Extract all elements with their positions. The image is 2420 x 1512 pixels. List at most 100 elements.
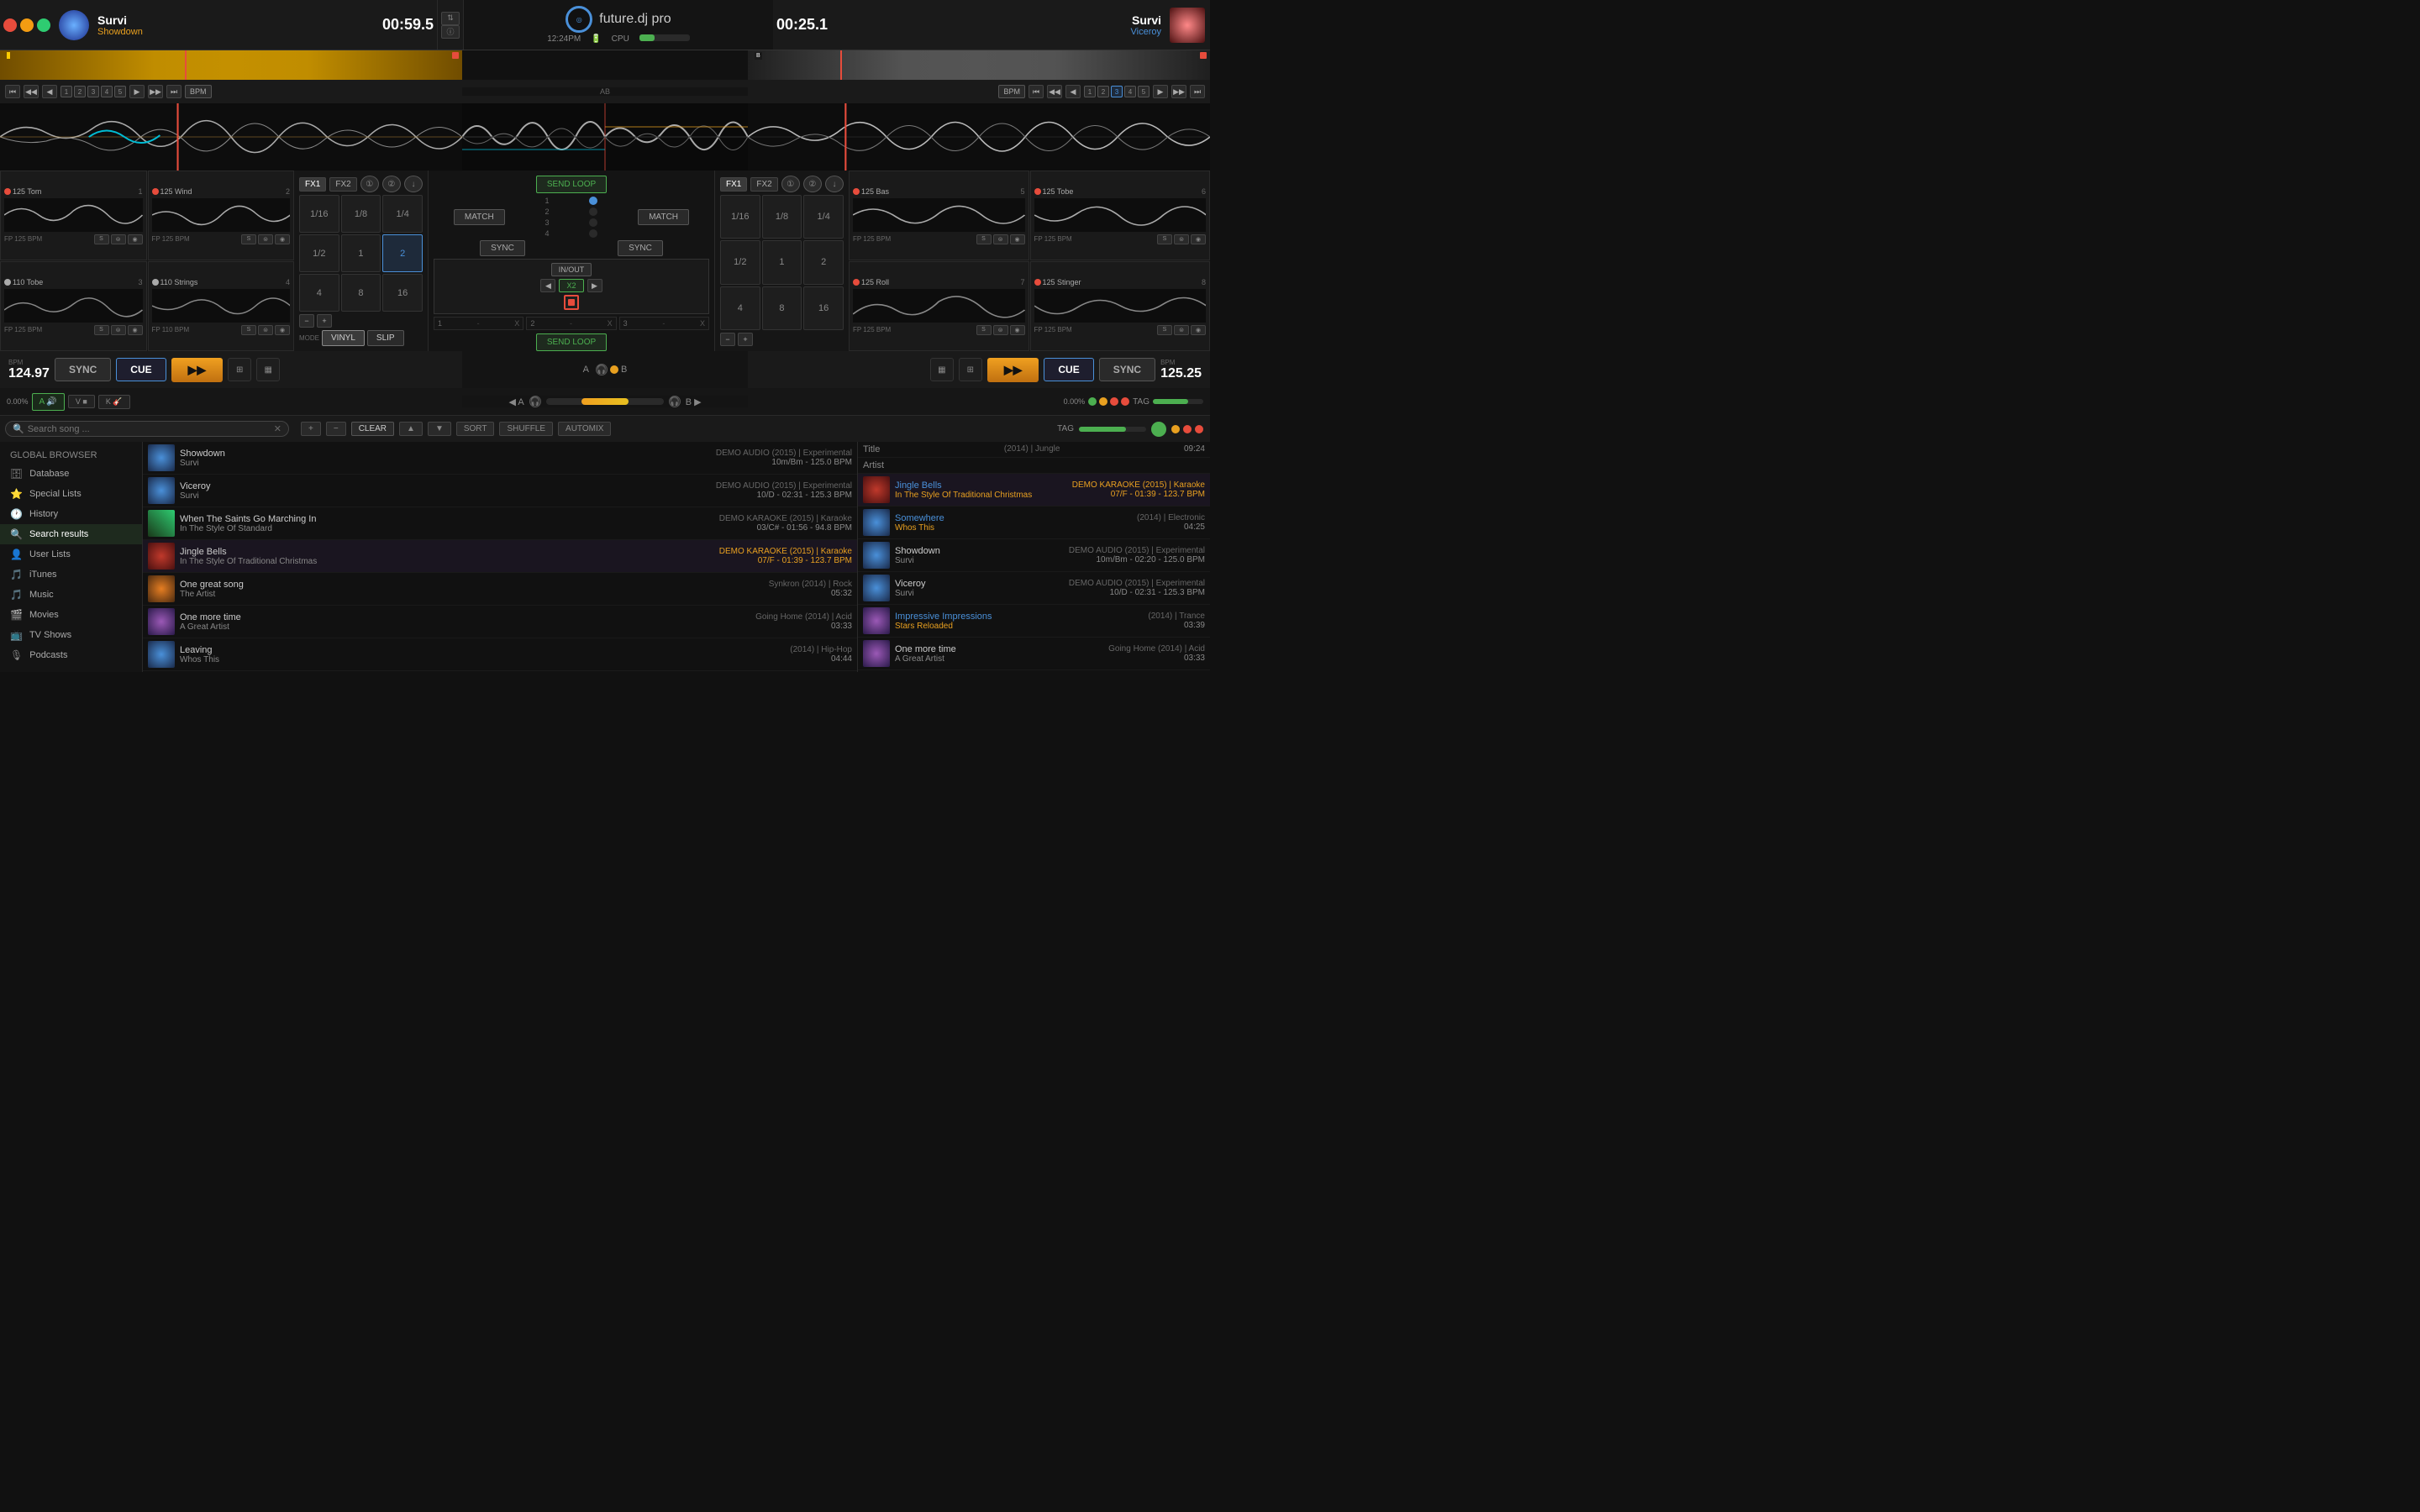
loop-3-vol-btn[interactable]: ◉ xyxy=(128,325,143,335)
deck-a-fx-1-btn[interactable]: ① xyxy=(360,176,379,192)
fx-b-116[interactable]: 1/16 xyxy=(720,195,760,239)
deck-a-fx-dl-btn[interactable]: ↓ xyxy=(404,176,423,192)
deck-b-rewind[interactable]: ◀◀ xyxy=(1047,85,1062,98)
headphone-a-btn[interactable]: 🎧 xyxy=(529,396,541,407)
crossfader-track[interactable] xyxy=(546,398,664,405)
track-item[interactable]: One great song The Artist Synkron (2014)… xyxy=(143,573,857,606)
deck-a-rewind[interactable]: ◀◀ xyxy=(24,85,39,98)
deck-b-cue-4[interactable]: 4 xyxy=(1124,86,1136,97)
deck-a-cue-btn[interactable]: CUE xyxy=(116,358,166,381)
sync-a-center-btn[interactable]: SYNC xyxy=(480,240,525,256)
minimize-button[interactable] xyxy=(20,18,34,32)
pfl-dot-4[interactable] xyxy=(589,229,597,238)
effect-slot-1[interactable]: 1 - X xyxy=(434,317,523,330)
sidebar-item-tv-shows[interactable]: 📺 TV Shows xyxy=(0,625,142,645)
deck-a-sync-btn[interactable]: SYNC xyxy=(55,358,111,381)
send-loop-a-btn[interactable]: SEND LOOP xyxy=(536,176,607,193)
loop-1-s-btn[interactable]: S xyxy=(94,234,109,244)
sidebar-item-search-results[interactable]: 🔍 Search results xyxy=(0,524,142,544)
deck-a-skip-end[interactable]: ⏭ xyxy=(166,85,182,98)
loop-2-s-btn[interactable]: S xyxy=(241,234,256,244)
deck-b-main-waveform[interactable] xyxy=(748,103,1210,171)
maximize-button[interactable] xyxy=(37,18,50,32)
loop-8-vol-btn[interactable]: ◉ xyxy=(1191,325,1206,335)
loop-2-waveform[interactable] xyxy=(152,198,291,232)
track-item[interactable]: One more time A Great Artist Going Home … xyxy=(143,606,857,638)
deck-a-overlay-btn[interactable]: ▦ xyxy=(256,358,280,381)
deck-a-fx2-btn[interactable]: FX2 xyxy=(329,177,356,192)
fx-a-116[interactable]: 1/16 xyxy=(299,195,339,233)
loop-8-waveform[interactable] xyxy=(1034,289,1207,323)
deck-b-skip-start[interactable]: ⏮ xyxy=(1028,85,1044,98)
headphone-icon[interactable]: 🎧 xyxy=(596,364,608,375)
sidebar-item-itunes[interactable]: 🎵 iTunes xyxy=(0,564,142,585)
match-a-btn[interactable]: MATCH xyxy=(454,209,505,225)
fx-a-2[interactable]: 2 xyxy=(382,234,423,272)
right-track-item[interactable]: Impressive Impressions Stars Reloaded (2… xyxy=(858,605,1210,638)
loop-4-eq-btn[interactable]: ⊜ xyxy=(258,325,273,335)
search-clear-icon[interactable]: ✕ xyxy=(274,423,281,434)
sidebar-item-special-lists[interactable]: ⭐ Special Lists xyxy=(0,484,142,504)
deck-b-skip-end[interactable]: ⏭ xyxy=(1190,85,1205,98)
loop-5-vol-btn[interactable]: ◉ xyxy=(1010,234,1025,244)
sidebar-item-database[interactable]: 🗄 Database xyxy=(0,464,142,484)
deck-a-play-btn[interactable]: ▶▶ xyxy=(171,358,224,382)
inout-btn[interactable]: IN/OUT xyxy=(551,263,592,276)
track-item[interactable]: Title (2014) | Jungle xyxy=(143,671,857,672)
fx-b-16[interactable]: 16 xyxy=(803,286,844,330)
loop-6-vol-btn[interactable]: ◉ xyxy=(1191,234,1206,244)
pfl-dot-3[interactable] xyxy=(589,218,597,227)
track-item[interactable]: Leaving Whos This (2014) | Hip-Hop 04:44 xyxy=(143,638,857,671)
headphone-b-btn[interactable]: 🎧 xyxy=(669,396,681,407)
deck-a-fx1-btn[interactable]: FX1 xyxy=(299,177,326,192)
io-next-btn[interactable]: ▶ xyxy=(587,279,602,292)
mixer-faders-btn[interactable]: ⇅ xyxy=(441,12,460,25)
deck-b-cue-2[interactable]: 2 xyxy=(1097,86,1109,97)
fx-a-14[interactable]: 1/4 xyxy=(382,195,423,233)
deck-b-cue-5[interactable]: 5 xyxy=(1138,86,1150,97)
deck-a-back[interactable]: ◀ xyxy=(42,85,57,98)
track-item[interactable]: Viceroy Survi DEMO AUDIO (2015) | Experi… xyxy=(143,475,857,507)
deck-b-fast-forward[interactable]: ▶▶ xyxy=(1171,85,1186,98)
deck-b-back[interactable]: ◀ xyxy=(1065,85,1081,98)
sidebar-item-music[interactable]: 🎵 Music xyxy=(0,585,142,605)
loop-5-waveform[interactable] xyxy=(853,198,1025,232)
deck-b-fx1-btn[interactable]: FX1 xyxy=(720,177,747,192)
loop-4-waveform[interactable] xyxy=(152,289,291,323)
deck-b-fx-1-btn[interactable]: ① xyxy=(781,176,800,192)
automix-btn[interactable]: AUTOMIX xyxy=(558,422,611,436)
sort-btn[interactable]: SORT xyxy=(456,422,495,436)
shuffle-btn[interactable]: SHUFFLE xyxy=(499,422,553,436)
deck-a-bpm-btn[interactable]: BPM xyxy=(185,85,212,98)
search-input-wrapper[interactable]: 🔍 ✕ xyxy=(5,421,289,437)
loop-3-s-btn[interactable]: S xyxy=(94,325,109,335)
fx-b-8[interactable]: 8 xyxy=(762,286,802,330)
search-up-btn[interactable]: ▲ xyxy=(399,422,423,436)
fx-a-1[interactable]: 1 xyxy=(341,234,381,272)
effect-slot-2[interactable]: 2 - X xyxy=(526,317,616,330)
deck-b-cue-3[interactable]: 3 xyxy=(1111,86,1123,97)
mode-slip-btn[interactable]: SLIP xyxy=(367,330,404,346)
loop-7-s-btn[interactable]: S xyxy=(976,325,992,335)
deck-b-waveform-overview[interactable]: B xyxy=(748,50,1210,80)
deck-a-forward[interactable]: ▶ xyxy=(129,85,145,98)
fx-b-plus[interactable]: + xyxy=(738,333,753,346)
deck-a-cue-1[interactable]: 1 xyxy=(60,86,72,97)
fx-a-16[interactable]: 16 xyxy=(382,274,423,312)
loop-6-waveform[interactable] xyxy=(1034,198,1207,232)
fx-b-12[interactable]: 1/2 xyxy=(720,240,760,284)
deck-a-waveform-overview[interactable] xyxy=(0,50,462,80)
sidebar-item-movies[interactable]: 🎬 Movies xyxy=(0,605,142,625)
loop-5-eq-btn[interactable]: ⊜ xyxy=(993,234,1008,244)
fx-b-1[interactable]: 1 xyxy=(762,240,802,284)
deck-b-fx-dl-btn[interactable]: ↓ xyxy=(825,176,844,192)
deck-b-fx2-btn[interactable]: FX2 xyxy=(750,177,777,192)
deck-a-grid-btn[interactable]: ⊞ xyxy=(228,358,251,381)
right-track-item[interactable]: Jingle Bells In The Style Of Traditional… xyxy=(858,474,1210,507)
deck-a-fx-2-btn[interactable]: ② xyxy=(382,176,401,192)
fx-b-minus[interactable]: − xyxy=(720,333,735,346)
search-down-btn[interactable]: ▼ xyxy=(428,422,451,436)
loop-6-s-btn[interactable]: S xyxy=(1157,234,1172,244)
tag-slider[interactable] xyxy=(1153,399,1203,404)
search-plus-btn[interactable]: + xyxy=(301,422,321,436)
